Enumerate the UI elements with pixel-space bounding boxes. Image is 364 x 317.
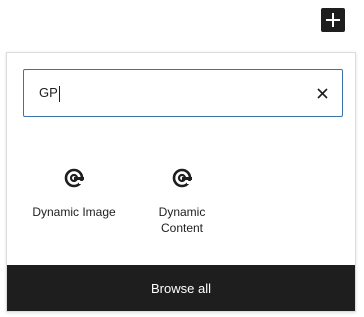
text-caret xyxy=(58,85,60,102)
browse-all-label: Browse all xyxy=(151,280,211,296)
generateblocks-icon xyxy=(64,168,84,188)
block-inserter-popover: GP Dynamic Image Dynamic Content Browse … xyxy=(6,52,356,312)
block-item-dynamic-content[interactable]: Dynamic Content xyxy=(132,155,232,236)
browse-all-button[interactable]: Browse all xyxy=(7,265,355,311)
block-item-label: Dynamic Image xyxy=(32,205,116,219)
block-item-dynamic-image[interactable]: Dynamic Image xyxy=(24,155,124,220)
generateblocks-icon xyxy=(172,168,192,188)
search-input-value: GP xyxy=(39,85,58,100)
plus-icon xyxy=(326,13,340,27)
close-icon xyxy=(316,87,328,99)
clear-search-button[interactable] xyxy=(312,83,332,103)
search-field[interactable]: GP xyxy=(23,69,343,117)
search-input[interactable]: GP xyxy=(39,82,60,104)
block-item-label: Dynamic Content xyxy=(158,205,206,235)
add-block-button[interactable] xyxy=(321,8,345,32)
